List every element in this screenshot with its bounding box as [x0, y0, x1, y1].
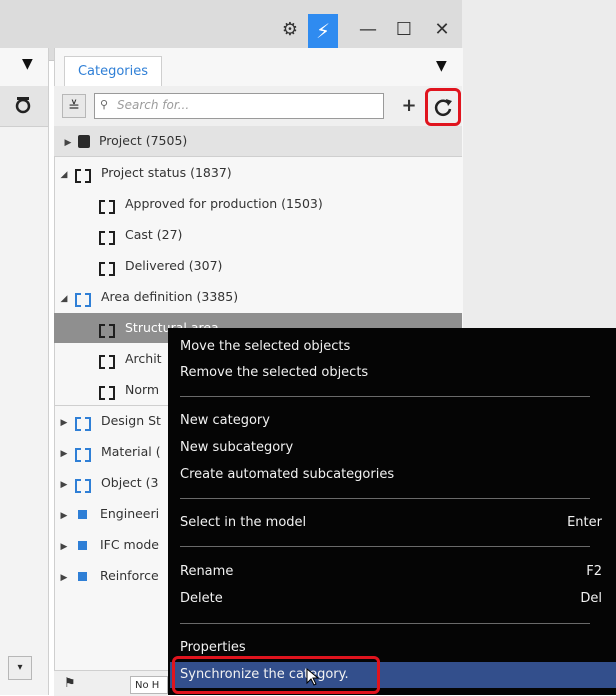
mouse-cursor-icon	[306, 667, 320, 686]
tree-item-label: Reinforce	[99, 568, 159, 583]
category-icon	[98, 198, 116, 214]
square-icon	[77, 572, 87, 581]
tree-item-normal[interactable]: Norm	[98, 375, 168, 405]
category-icon	[74, 477, 92, 493]
synchronize-highlight	[172, 656, 380, 694]
tree-item-label: Project status (1837)	[100, 165, 232, 180]
menu-item-label: Move the selected objects	[180, 339, 351, 354]
search-placeholder: Search for...	[117, 98, 190, 112]
bottom-field[interactable]: No H	[130, 676, 168, 694]
tree-item-label: Engineeri	[99, 506, 160, 521]
left-pane-dropdown-icon[interactable]: ▼	[22, 56, 33, 72]
menu-item-label: Rename	[180, 564, 234, 579]
menu-shortcut: F2	[586, 564, 602, 579]
square-icon	[77, 510, 87, 519]
tree-item-material[interactable]: ▶ Material (	[58, 437, 168, 467]
menu-item-label: New subcategory	[180, 440, 294, 455]
tree-item-project[interactable]: ▶ Project (7505)	[54, 126, 462, 156]
category-icon	[74, 291, 92, 307]
menu-item-label: New category	[180, 413, 270, 428]
search-icon: ⚲	[100, 98, 109, 111]
menu-item-label: Select in the model	[180, 515, 307, 530]
tree-item-label: Cast (27)	[124, 227, 183, 242]
expand-icon[interactable]: ▶	[58, 563, 70, 591]
category-icon	[74, 415, 92, 431]
tree-item-project-status[interactable]: ◢ Project status (1837)	[54, 158, 462, 188]
tree-item-delivered[interactable]: Delivered (307)	[98, 251, 458, 281]
tree-item-object[interactable]: ▶ Object (3	[58, 468, 168, 498]
minimize-button[interactable]: —	[354, 16, 382, 44]
tree-item-area-definition[interactable]: ◢ Area definition (3385)	[54, 282, 462, 312]
menu-separator	[180, 498, 590, 499]
tree-item-label: Archit	[124, 351, 162, 366]
menu-item-rename[interactable]: Rename F2	[180, 559, 608, 585]
menu-item-delete[interactable]: Delete Del	[180, 586, 608, 612]
menu-item-label: Create automated subcategories	[180, 467, 395, 482]
expand-icon[interactable]: ▶	[58, 501, 70, 529]
expand-icon[interactable]: ▶	[58, 408, 70, 436]
category-icon	[74, 167, 92, 183]
tree-item-cast[interactable]: Cast (27)	[98, 220, 458, 250]
search-input[interactable]: ⚲ Search for...	[94, 93, 384, 119]
maximize-button[interactable]: ☐	[390, 16, 418, 44]
expand-icon[interactable]: ▶	[62, 128, 74, 158]
context-menu: Move the selected objects Remove the sel…	[168, 328, 616, 695]
menu-item-label: Properties	[180, 640, 246, 655]
menu-item-new-subcategory[interactable]: New subcategory	[180, 435, 608, 461]
menu-separator	[180, 623, 590, 624]
tree-item-label: Material (	[100, 444, 161, 459]
tree-item-ifc-model[interactable]: ▶ IFC mode	[58, 530, 168, 560]
tab-categories[interactable]: Categories	[64, 56, 162, 87]
tree-item-label: Area definition (3385)	[100, 289, 239, 304]
expand-icon[interactable]: ▶	[58, 532, 70, 560]
left-pane	[0, 48, 49, 695]
refresh-icon[interactable]	[432, 96, 454, 118]
menu-item-label: Remove the selected objects	[180, 365, 369, 380]
collapse-icon[interactable]: ◢	[58, 160, 70, 190]
close-button[interactable]: ✕	[428, 16, 456, 44]
divider	[54, 156, 462, 157]
menu-item-new-category[interactable]: New category	[180, 408, 608, 434]
category-icon	[98, 229, 116, 245]
tree-item-engineering[interactable]: ▶ Engineeri	[58, 499, 168, 529]
menu-separator	[180, 396, 590, 397]
project-icon	[77, 135, 90, 148]
category-icon	[98, 384, 116, 400]
menu-shortcut: Enter	[567, 515, 602, 530]
tree-item-label: Project (7505)	[98, 133, 188, 148]
menu-item-remove-selected[interactable]: Remove the selected objects	[180, 360, 608, 386]
add-category-button[interactable]: +	[397, 94, 421, 118]
menu-item-label: Delete	[180, 591, 223, 606]
tree-item-label: Object (3	[100, 475, 159, 490]
tree-item-label: Delivered (307)	[124, 258, 223, 273]
tree-item-label: Design St	[100, 413, 161, 428]
collapse-icon[interactable]: ◢	[58, 284, 70, 314]
tree-item-label: Approved for production (1503)	[124, 196, 323, 211]
menu-shortcut: Del	[580, 591, 602, 606]
refresh-icon[interactable]	[12, 94, 34, 116]
menu-separator	[180, 546, 590, 547]
tree-item-reinforcement[interactable]: ▶ Reinforce	[58, 561, 168, 591]
scroll-down-button[interactable]: ▾	[8, 656, 32, 680]
panel-dropdown-icon[interactable]: ▼	[436, 58, 447, 74]
tree-item-architectural[interactable]: Archit	[98, 344, 168, 374]
square-icon	[77, 541, 87, 550]
menu-item-create-automated-subcategories[interactable]: Create automated subcategories	[180, 462, 608, 488]
expand-icon[interactable]: ▶	[58, 470, 70, 498]
category-icon	[98, 322, 116, 338]
settings-icon[interactable]: ⚙	[276, 16, 304, 44]
expand-icon[interactable]: ▶	[58, 439, 70, 467]
tree-item-approved[interactable]: Approved for production (1503)	[98, 189, 458, 219]
add-person-icon[interactable]: ⚑	[64, 676, 76, 691]
tree-item-design-status[interactable]: ▶ Design St	[58, 406, 168, 436]
category-icon	[98, 260, 116, 276]
menu-item-select-in-model[interactable]: Select in the model Enter	[180, 510, 608, 536]
bolt-icon[interactable]: ⚡	[308, 14, 338, 48]
menu-item-move-selected[interactable]: Move the selected objects	[180, 334, 608, 360]
category-icon	[98, 353, 116, 369]
collapse-all-button[interactable]: ≚	[62, 94, 86, 118]
tree-item-label: Norm	[124, 382, 160, 397]
tree-item-label: IFC mode	[99, 537, 159, 552]
category-icon	[74, 446, 92, 462]
